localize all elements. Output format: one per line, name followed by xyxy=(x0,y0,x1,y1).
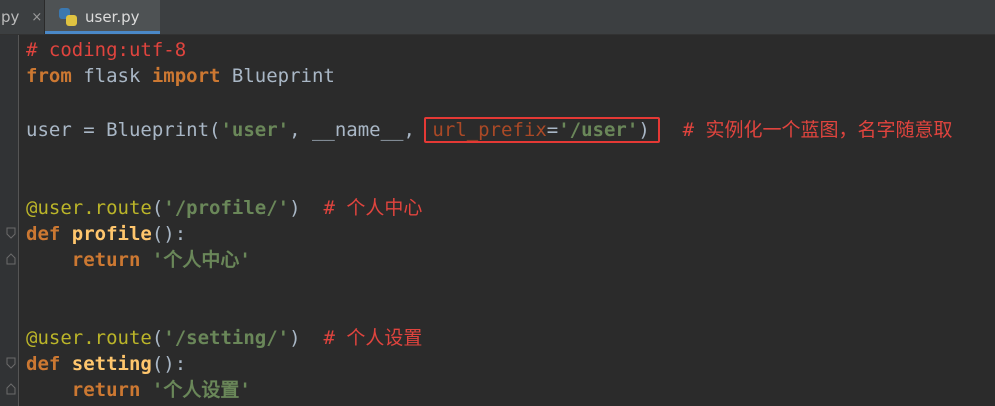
string-quote: ' xyxy=(151,379,164,401)
highlight-box: url_prefix='/user') xyxy=(424,117,660,143)
operator: = xyxy=(546,119,559,141)
module-name: flask xyxy=(71,65,152,87)
python-file-icon xyxy=(59,8,77,26)
code-text: user = Blueprint( xyxy=(26,119,221,141)
identifier: Blueprint xyxy=(220,65,335,87)
fold-end-icon[interactable] xyxy=(6,253,16,265)
code-text: ) xyxy=(289,327,301,349)
fold-start-icon[interactable] xyxy=(6,227,16,239)
tab-label: user.py xyxy=(85,8,140,26)
tab-user-py[interactable]: user.py xyxy=(45,0,160,34)
code-line-4: user = Blueprint('user', __name__, url_p… xyxy=(26,117,953,143)
code-text: (): xyxy=(151,353,187,375)
close-icon[interactable]: × xyxy=(31,10,42,25)
keyword: def xyxy=(26,353,61,375)
keyword: return xyxy=(71,249,141,271)
code-text: (): xyxy=(151,223,187,245)
comment-text: 个人设置 xyxy=(346,327,423,349)
code-line-8: def profile(): xyxy=(26,221,186,247)
comment: # xyxy=(300,197,347,219)
string-literal: 'user' xyxy=(220,119,290,141)
code-line-1: # coding:utf-8 xyxy=(26,37,186,63)
active-tab-indicator xyxy=(45,31,160,34)
editor-gutter xyxy=(0,35,18,406)
tab-label: py xyxy=(1,8,20,26)
fold-start-icon[interactable] xyxy=(6,357,16,369)
keyword: return xyxy=(71,379,141,401)
string-quote: ' xyxy=(239,379,251,401)
string-literal: '/setting/' xyxy=(163,327,290,349)
comment-text: 个人中心 xyxy=(346,197,423,219)
comment: # xyxy=(659,119,706,141)
decorator: @user.route xyxy=(26,197,152,219)
string-literal: 个人设置 xyxy=(163,379,240,401)
keyword: def xyxy=(26,223,61,245)
keyword: from xyxy=(26,65,72,87)
fold-end-icon[interactable] xyxy=(6,383,16,395)
code-line-2: from flask import Blueprint xyxy=(26,63,335,89)
code-line-9: return '个人中心' xyxy=(26,247,251,273)
comment: # xyxy=(300,327,347,349)
keyword: import xyxy=(151,65,221,87)
comment-text: 实例化一个蓝图，名字随意取 xyxy=(705,119,953,141)
string-literal: 个人中心 xyxy=(163,249,240,271)
code-line-14: return '个人设置' xyxy=(26,377,251,403)
code-text: ) xyxy=(638,119,650,141)
tab-previous-file[interactable]: py × xyxy=(0,0,44,34)
string-literal: '/user' xyxy=(558,119,639,141)
decorator: @user.route xyxy=(26,327,152,349)
editor-tab-bar: py × user.py xyxy=(0,0,995,35)
code-text: , __name__, xyxy=(289,119,427,141)
code-line-12: @user.route('/setting/') # 个人设置 xyxy=(26,325,422,351)
gutter-divider xyxy=(18,35,19,406)
function-name: profile xyxy=(60,223,152,245)
code-line-13: def setting(): xyxy=(26,351,186,377)
code-text: ( xyxy=(151,197,164,219)
keyword-argument: url_prefix xyxy=(432,119,547,141)
string-literal: '/profile/' xyxy=(163,197,290,219)
string-quote: ' xyxy=(151,249,164,271)
code-text: ( xyxy=(151,327,164,349)
code-line-7: @user.route('/profile/') # 个人中心 xyxy=(26,195,422,221)
comment: # coding:utf-8 xyxy=(26,39,187,61)
string-quote: ' xyxy=(239,249,251,271)
code-text: ) xyxy=(289,197,301,219)
function-name: setting xyxy=(60,353,152,375)
